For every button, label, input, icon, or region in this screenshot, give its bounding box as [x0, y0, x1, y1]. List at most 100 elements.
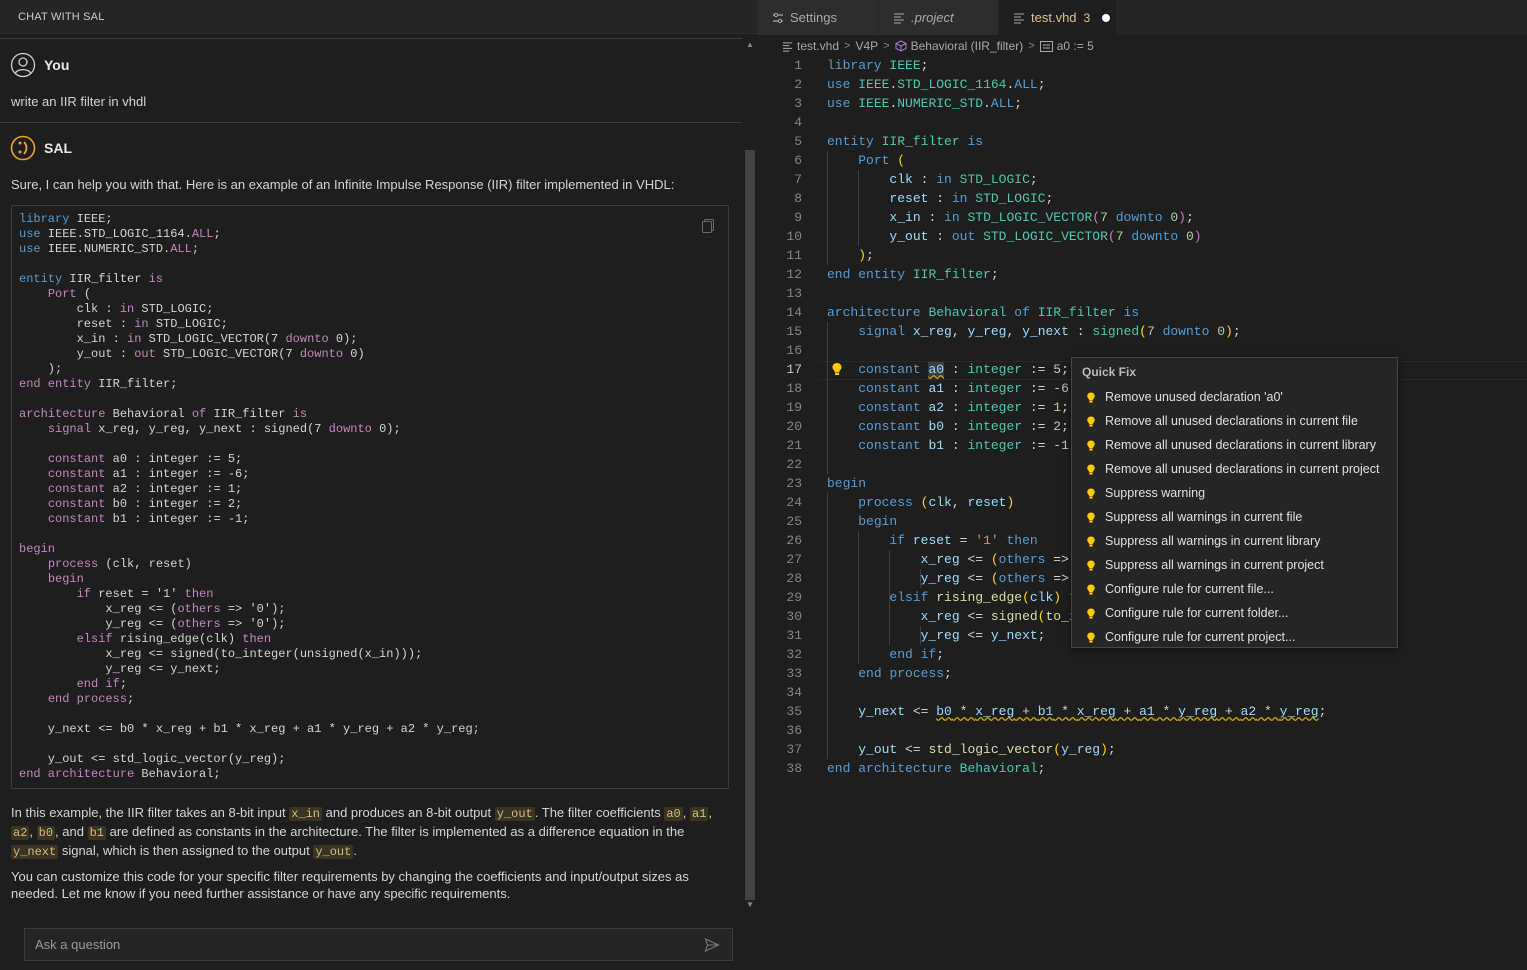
lightbulb-icon	[1084, 463, 1098, 476]
code-block-content: library IEEE; use IEEE.STD_LOGIC_1164.AL…	[19, 212, 480, 781]
code-line: end entity IIR_filter;	[827, 267, 999, 282]
line-number: 12	[786, 267, 802, 282]
line-number: 10	[786, 229, 802, 244]
lightbulb-icon	[1084, 535, 1098, 548]
send-icon[interactable]	[704, 937, 720, 953]
chat-messages[interactable]: You write an IIR filter in vhdl SAL Sure…	[0, 38, 742, 910]
quick-fix-item[interactable]: Configure rule for current file...	[1084, 577, 1274, 601]
chat-title: CHAT WITH SAL	[18, 11, 105, 23]
quick-fix-item[interactable]: Configure rule for current project...	[1084, 625, 1295, 649]
bot-intro: Sure, I can help you with that. Here is …	[11, 177, 675, 192]
bot-header: SAL	[10, 135, 72, 161]
code-block[interactable]: library IEEE; use IEEE.STD_LOGIC_1164.AL…	[11, 205, 729, 789]
user-header: You	[10, 52, 69, 78]
code-line: constant b1 : integer := -1;	[858, 438, 1077, 453]
line-number: 34	[786, 685, 802, 700]
chat-scroll-thumb[interactable]	[745, 150, 755, 900]
chevron-right-icon: >	[1028, 40, 1035, 52]
chevron-right-icon: >	[883, 40, 890, 52]
file-lines-icon	[893, 12, 905, 24]
quick-fix-item[interactable]: Remove all unused declarations in curren…	[1084, 457, 1379, 481]
lightbulb-icon	[1084, 583, 1098, 596]
line-number: 18	[786, 381, 802, 396]
tab-bar: Settings .project test.vhd 3	[758, 0, 1527, 35]
constant-icon	[1039, 40, 1053, 52]
quick-fix-item[interactable]: Suppress all warnings in current project	[1084, 553, 1324, 577]
line-number: 9	[794, 210, 802, 225]
editor: Settings .project test.vhd 3 test.vhd > …	[758, 0, 1527, 970]
settings-icon	[772, 12, 784, 24]
line-number: 20	[786, 419, 802, 434]
breadcrumb-architecture[interactable]: Behavioral (IIR_filter)	[911, 39, 1024, 53]
bot-closing: You can customize this code for your spe…	[11, 869, 689, 901]
tab-project[interactable]: .project	[879, 0, 999, 35]
code-line: clk : in STD_LOGIC;	[889, 172, 1038, 187]
lightbulb-icon	[1084, 607, 1098, 620]
ask-input[interactable]	[25, 929, 695, 960]
scroll-up-icon[interactable]: ▲	[746, 40, 754, 49]
line-number: 15	[786, 324, 802, 339]
quick-fix-item[interactable]: Configure rule for current folder...	[1084, 601, 1288, 625]
quick-fix-item[interactable]: Suppress warning	[1084, 481, 1205, 505]
lightbulb-icon	[1084, 391, 1098, 404]
quick-fix-menu: Quick Fix Remove unused declaration 'a0'…	[1071, 357, 1398, 648]
line-number: 22	[786, 457, 802, 472]
quick-fix-item[interactable]: Remove all unused declarations in curren…	[1084, 433, 1376, 457]
code-line: library IEEE;	[827, 58, 929, 73]
code-line: use IEEE.NUMERIC_STD.ALL;	[827, 96, 1023, 111]
scroll-down-icon[interactable]: ▼	[746, 900, 754, 909]
line-number: 35	[786, 704, 802, 719]
code-line: y_out : out STD_LOGIC_VECTOR(7 downto 0)	[889, 229, 1202, 244]
line-number: 5	[794, 134, 802, 149]
code-line: elsif rising_edge(clk) then	[889, 590, 1100, 605]
line-number: 38	[786, 761, 802, 776]
code-line: end if;	[889, 647, 945, 662]
code-line: Port (	[858, 153, 906, 168]
code-line: begin	[827, 476, 867, 491]
copy-icon[interactable]	[700, 218, 716, 234]
code-line: use IEEE.STD_LOGIC_1164.ALL;	[827, 77, 1046, 92]
modified-dot-icon[interactable]	[1102, 13, 1111, 22]
quick-fix-item[interactable]: Remove all unused declarations in curren…	[1084, 409, 1358, 433]
tab-test-vhd[interactable]: test.vhd 3	[999, 0, 1117, 35]
breadcrumb-symbol[interactable]: a0 := 5	[1057, 39, 1094, 53]
line-number: 2	[794, 77, 802, 92]
code-line: process (clk, reset)	[858, 495, 1015, 510]
line-number: 21	[786, 438, 802, 453]
file-lines-icon	[782, 41, 793, 52]
quick-fix-title: Quick Fix	[1082, 365, 1137, 379]
line-number: 28	[786, 571, 802, 586]
code-line: begin	[858, 514, 898, 529]
breadcrumb-file[interactable]: test.vhd	[797, 39, 839, 53]
bot-explanation: In this example, the IIR filter takes an…	[11, 805, 713, 859]
code-line: signal x_reg, y_reg, y_next : signed(7 d…	[858, 324, 1241, 339]
line-number: 16	[786, 343, 802, 358]
line-number: 24	[786, 495, 802, 510]
line-number: 26	[786, 533, 802, 548]
quick-fix-item[interactable]: Suppress all warnings in current file	[1084, 505, 1302, 529]
quick-fix-item[interactable]: Suppress all warnings in current library	[1084, 529, 1320, 553]
user-avatar-icon	[10, 52, 36, 78]
line-number: 6	[794, 153, 802, 168]
tab-settings[interactable]: Settings	[758, 0, 879, 35]
code-line: end architecture Behavioral;	[827, 761, 1046, 776]
code-line: end process;	[858, 666, 952, 681]
code-line: constant b0 : integer := 2;	[858, 419, 1069, 434]
line-number: 14	[786, 305, 802, 320]
line-number: 11	[786, 248, 802, 263]
quick-fix-item[interactable]: Remove unused declaration 'a0'	[1084, 385, 1283, 409]
breadcrumb-project[interactable]: V4P	[855, 39, 878, 53]
code-line: constant a1 : integer := -6;	[858, 381, 1077, 396]
line-number: 27	[786, 552, 802, 567]
bot-name: SAL	[44, 140, 72, 156]
lightbulb-icon[interactable]	[831, 362, 843, 381]
file-lines-icon	[1013, 12, 1025, 24]
code-line: if reset = '1' then	[889, 533, 1038, 548]
line-number: 23	[786, 476, 802, 491]
code-line: y_next <= b0 * x_reg + b1 * x_reg + a1 *…	[858, 704, 1327, 719]
tab-label: Settings	[790, 10, 837, 25]
user-name: You	[44, 57, 70, 73]
divider	[0, 122, 742, 123]
chat-scrollbar[interactable]: ▲ ▼	[744, 40, 756, 910]
tab-label: .project	[911, 10, 954, 25]
